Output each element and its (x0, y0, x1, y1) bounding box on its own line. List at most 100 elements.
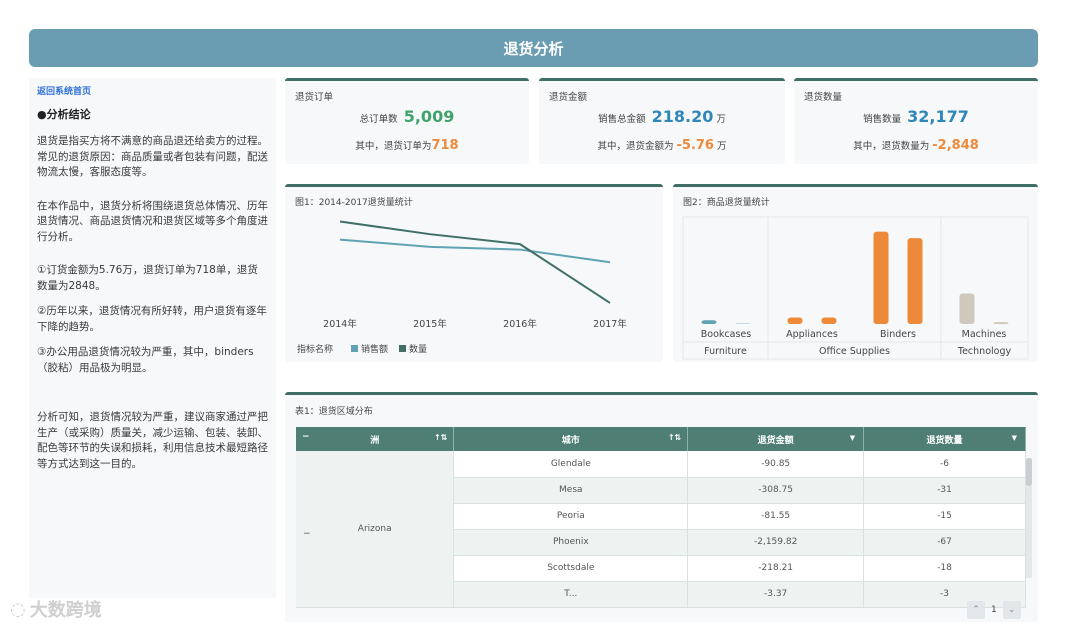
return-qty-cell: -15 (863, 503, 1026, 530)
sort-icon[interactable]: ↑⇅ (668, 433, 681, 442)
kpi-total-value: 5,009 (403, 107, 455, 126)
group-label: Furniture (704, 346, 747, 357)
collapse-icon[interactable]: − (302, 432, 310, 442)
city-cell: Peoria (453, 503, 689, 530)
legend-label: 指标名称 (297, 343, 333, 355)
x-tick-label: Bookcases (701, 329, 751, 340)
conclusion-para-6: 分析可知，退货情况较为严重，建议商家通过严把生产（或采购）质量关，减少运输、包装… (37, 411, 268, 470)
kpi-title: 退货金额 (549, 92, 588, 103)
series-line-数量 (339, 220, 611, 304)
next-page-button[interactable]: ⌄ (1002, 601, 1021, 619)
kpi-sub-label: 其中，退货数量为 (853, 141, 930, 152)
watermark-text: 大数跨境 (29, 600, 102, 621)
page-title: 退货分析 (29, 29, 1038, 67)
bar-chart: Bookcases Appliances Binders Machines Furnit… (682, 216, 1029, 360)
x-tick-label: 2014年 (323, 318, 357, 330)
return-qty-cell: -6 (863, 451, 1026, 478)
continent-label: Arizona (357, 523, 392, 534)
continent-cell[interactable]: − Arizona (296, 451, 455, 608)
sort-icon[interactable]: ↑⇅ (434, 433, 447, 442)
kpi-sub-label: 其中，退货金额为 (597, 141, 674, 152)
return-amount-cell: -81.55 (687, 503, 865, 530)
region-table: − 洲 ↑⇅ 城市 ↑⇅ 退货金额 ▼ 退货数量 ▼ − Arizona Glendale -9… (296, 427, 1026, 608)
pagination: ⌃ 1 ⌄ (967, 601, 1021, 619)
col-header-city[interactable]: 城市 ↑⇅ (453, 427, 689, 451)
x-tick-label: 2015年 (413, 318, 447, 330)
conclusion-para-5: ③办公用品退货情况较为严重，其中，binders（胶粘）用品极为明显。 (37, 346, 254, 374)
dropdown-caret-icon[interactable]: ▼ (1012, 434, 1017, 442)
legend-swatch (351, 345, 358, 352)
prev-page-button[interactable]: ⌃ (967, 601, 985, 619)
x-tick-label: 2017年 (593, 318, 627, 330)
kpi-total-value: 218.20 (651, 107, 714, 126)
return-qty-cell: -31 (863, 477, 1026, 504)
table-title: 表1：退货区域分布 (295, 407, 373, 417)
kpi-unit: 万 (716, 114, 726, 125)
bar-Binders (873, 231, 889, 324)
kpi-title: 退货订单 (295, 92, 334, 103)
group-label: Technology (957, 346, 1012, 357)
region-table-panel: 表1：退货区域分布 − 洲 ↑⇅ 城市 ↑⇅ 退货金额 ▼ 退货数量 ▼ − Arizona… (285, 392, 1038, 622)
col-header-return-amount[interactable]: 退货金额 ▼ (687, 427, 865, 451)
bar-chart-panel: 图2：商品退货量统计 Bookcases Appliances Binders Mac… (673, 184, 1038, 362)
x-tick-label: Machines (962, 329, 1007, 340)
kpi-sub-label: 其中，退货订单为 (355, 141, 432, 152)
return-amount-cell: -218.21 (687, 555, 865, 582)
watermark-logo: ◌ 大数跨境 (10, 596, 102, 622)
kpi-label: 总订单数 (359, 114, 398, 125)
kpi-label: 销售总金额 (598, 114, 646, 125)
bar-Bookcases (735, 323, 751, 324)
conclusion-para-1: 退货是指买方将不满意的商品退还给卖方的过程。常见的退货原因：商品质量或者包装有问… (37, 135, 268, 178)
table-row[interactable]: − Arizona Glendale -90.85 -6 (296, 451, 1026, 608)
conclusion-para-2: 在本作品中，退货分析将围绕退货总体情况、历年退货情况、商品退货情况和退货区域等多… (37, 199, 268, 243)
section-title: ●分析结论 (37, 108, 91, 121)
return-qty-cell: -18 (863, 555, 1026, 582)
collapse-icon[interactable]: − (303, 529, 311, 539)
kpi-total-value: 32,177 (907, 107, 969, 126)
line-chart: 2014年 2015年 2016年 2017年指标名称 销售额 数量 (297, 220, 627, 355)
home-link[interactable]: 返回系统首页 (37, 84, 268, 97)
return-amount-cell: -2,159.82 (687, 529, 865, 556)
bar-Machines (959, 293, 975, 324)
col-header-continent[interactable]: − 洲 ↑⇅ (296, 427, 455, 451)
watermark-icon: ◌ (10, 598, 26, 620)
kpi-unit: 万 (717, 141, 727, 152)
legend-item: 数量 (409, 343, 427, 355)
series-line-销售额 (339, 238, 611, 264)
x-tick-label: Appliances (786, 329, 838, 340)
bar-Appliances (787, 317, 803, 324)
kpi-return-value: 718 (431, 138, 459, 153)
city-cell: Scottsdale (453, 555, 689, 582)
city-cell: Glendale (453, 451, 689, 478)
return-amount-cell: -3.37 (687, 581, 865, 608)
col-header-return-qty[interactable]: 退货数量 ▼ (863, 427, 1026, 451)
kpi-label: 销售数量 (863, 114, 902, 125)
bar-Machines (993, 322, 1009, 324)
return-amount-cell: -90.85 (687, 451, 865, 478)
x-tick-label: 2016年 (503, 318, 537, 330)
x-tick-label: Binders (880, 329, 916, 340)
kpi-return-amount: 退货金额 销售总金额 218.20 万 其中，退货金额为 -5.76 万 (539, 78, 785, 164)
city-cell: Phoenix (453, 529, 689, 556)
kpi-return-quantity: 退货数量 销售数量 32,177 其中，退货数量为 -2,848 (794, 78, 1038, 164)
kpi-return-value: -5.76 (676, 138, 714, 153)
city-cell: Mesa (453, 477, 689, 504)
bar-Bookcases (701, 320, 717, 324)
kpi-return-value: -2,848 (932, 138, 979, 153)
group-label: Office Supplies (819, 346, 890, 357)
legend-swatch (399, 345, 406, 352)
bar-Binders (907, 238, 923, 324)
return-amount-cell: -308.75 (687, 477, 865, 504)
conclusion-panel: 返回系统首页 ●分析结论 退货是指买方将不满意的商品退还给卖方的过程。常见的退货… (29, 78, 276, 598)
kpi-return-orders: 退货订单 总订单数 5,009 其中，退货订单为718 (285, 78, 529, 164)
page-number: 1 (991, 605, 997, 615)
legend-item: 销售额 (361, 343, 388, 355)
table-scrollbar-thumb[interactable] (1026, 458, 1032, 486)
conclusion-para-3: ①订货金额为5.76万，退货订单为718单，退货数量为2848。 (37, 264, 258, 292)
bar-Appliances (821, 317, 837, 324)
city-cell: T... (453, 581, 689, 608)
kpi-title: 退货数量 (804, 92, 843, 103)
line-chart-panel: 图1：2014-2017退货量统计 2014年 2015年 2016年 2017年 指标… (285, 184, 663, 362)
dropdown-caret-icon[interactable]: ▼ (850, 434, 855, 442)
conclusion-para-4: ②历年以来，退货情况有所好转，用户退货有逐年下降的趋势。 (37, 305, 267, 333)
